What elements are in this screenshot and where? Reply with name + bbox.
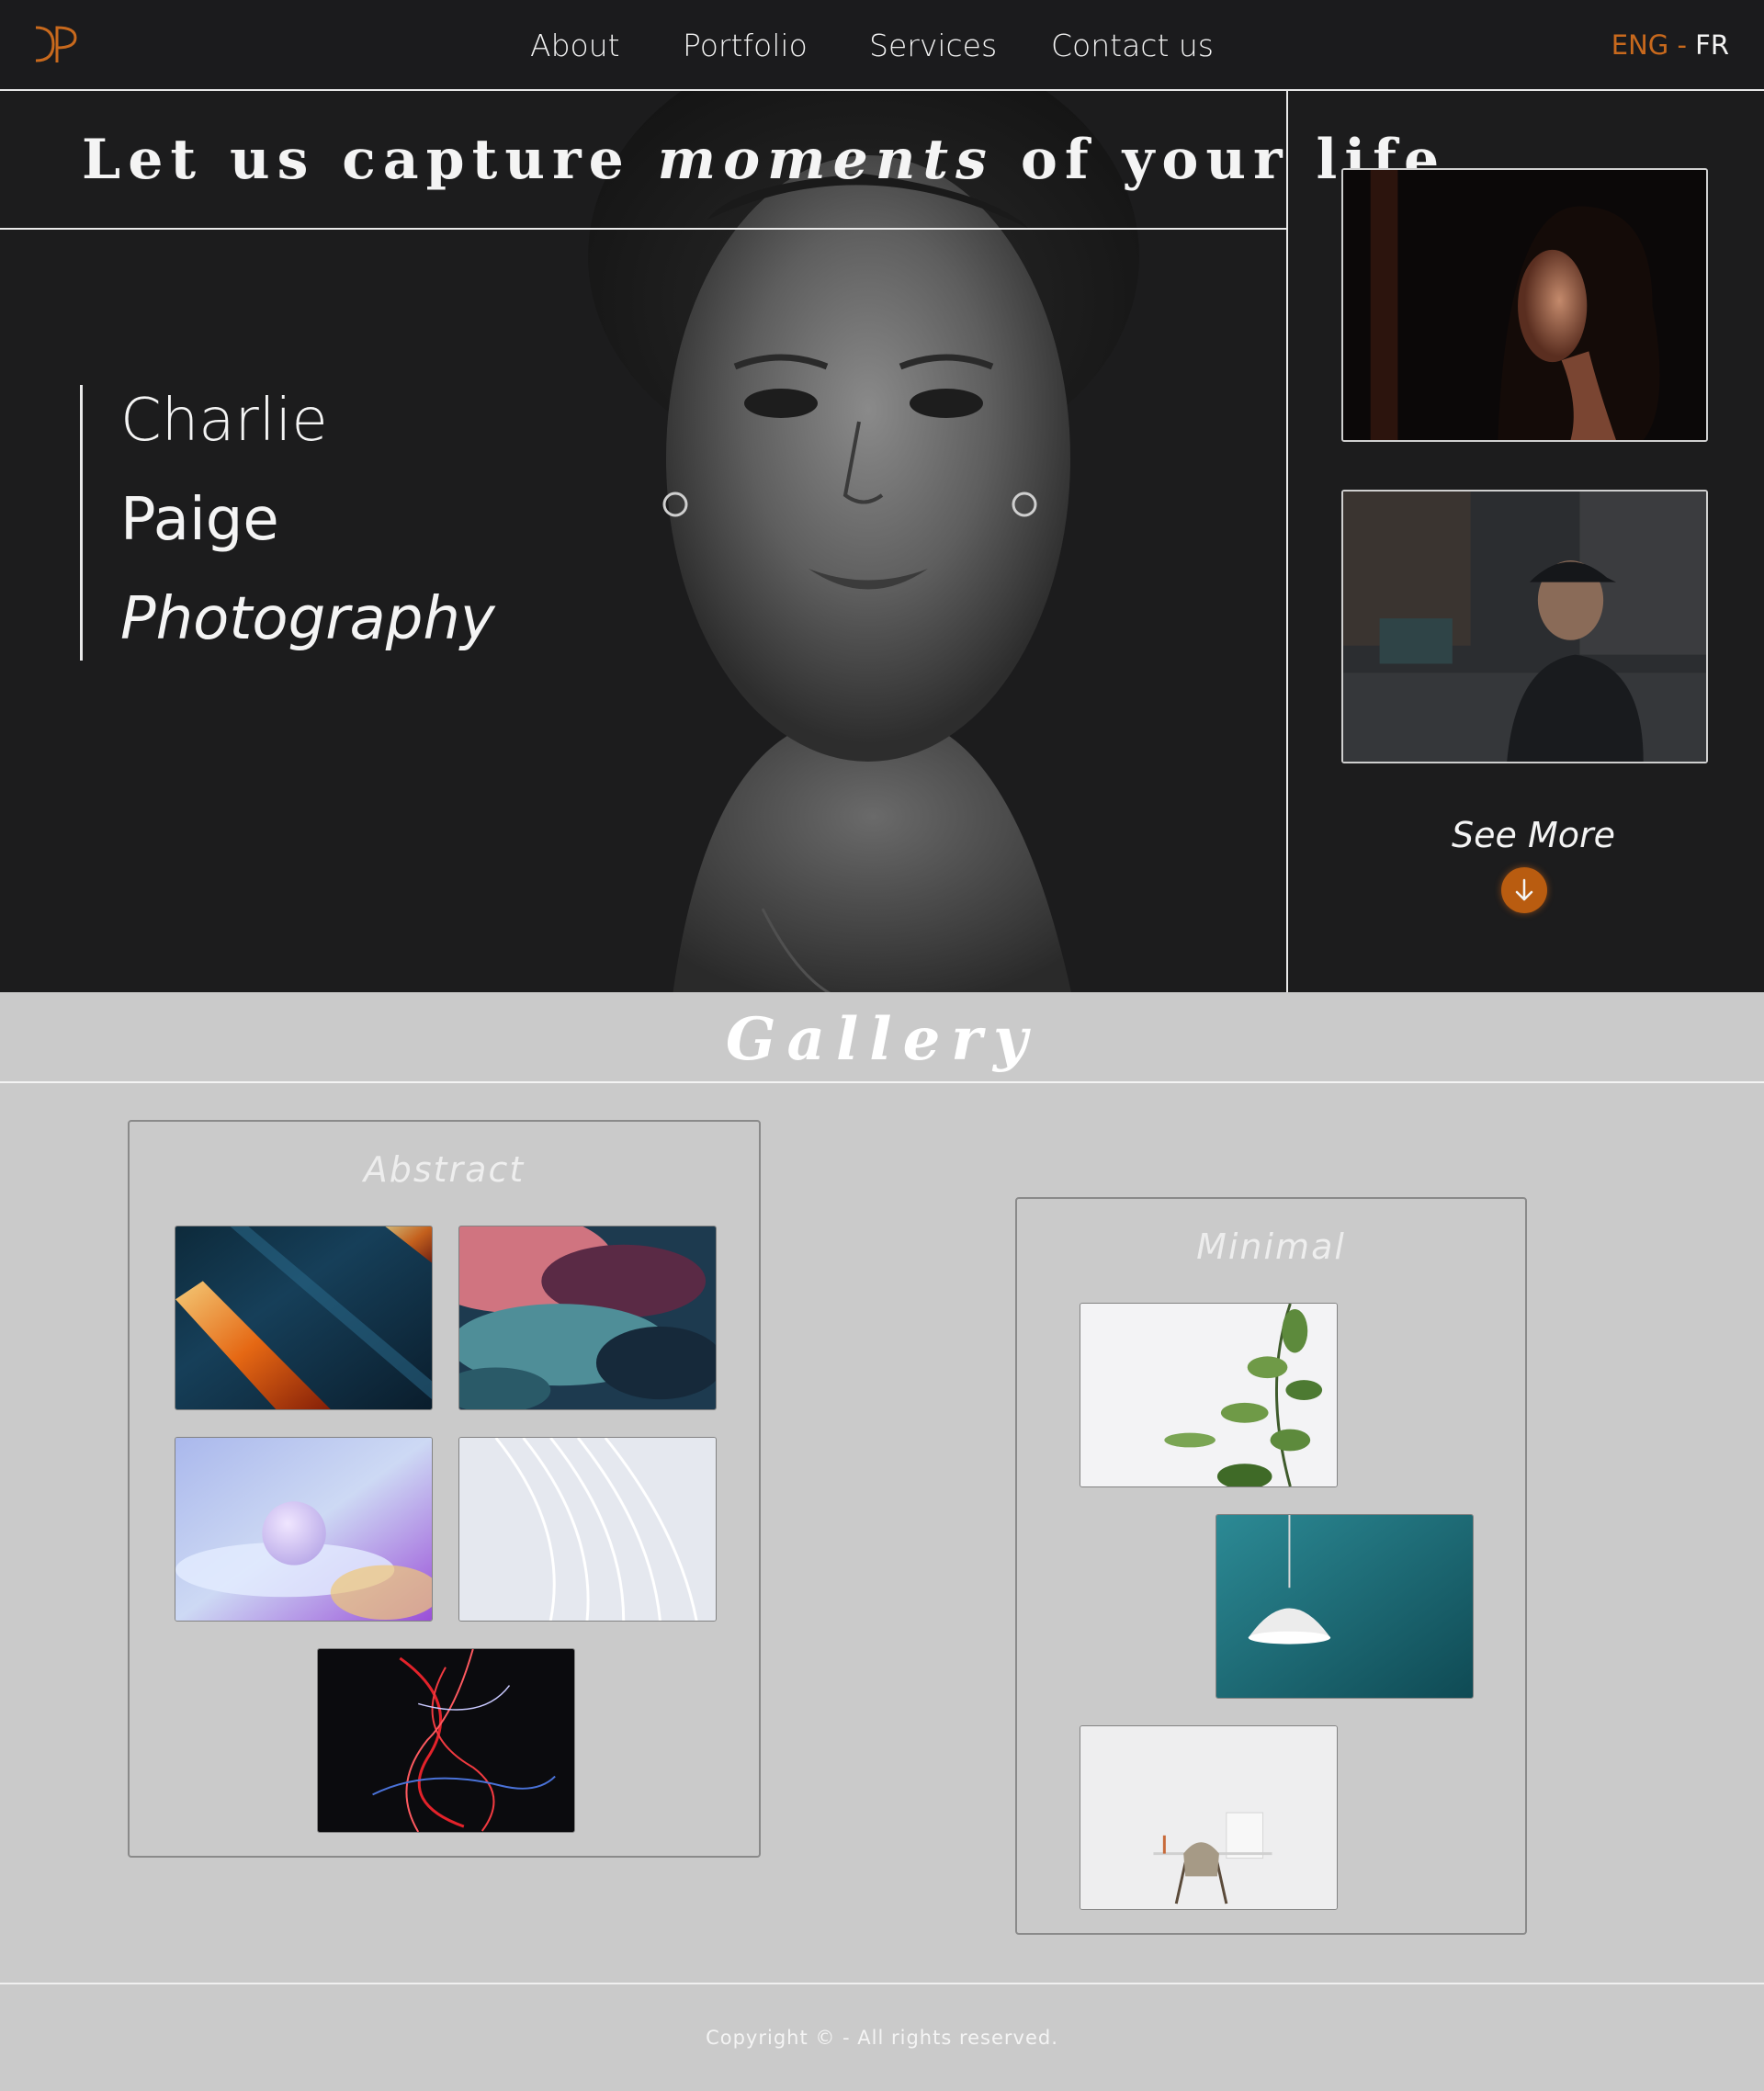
top-navbar: About Portfolio Services Contact us ENG … [0, 0, 1764, 91]
see-more-link[interactable]: See More [1452, 815, 1615, 855]
footer-divider [0, 1983, 1764, 1984]
brand-subtitle: Photography [120, 585, 495, 653]
name-accent-bar [80, 385, 83, 661]
minimal-photo-plant[interactable] [1080, 1303, 1338, 1487]
minimal-category-panel[interactable]: Minimal [1015, 1197, 1527, 1935]
abstract-category-panel[interactable]: Abstract [128, 1120, 761, 1858]
language-switcher: ENG - FR [1611, 29, 1729, 61]
hero-section: Let us capture moments of your life Char… [0, 91, 1764, 992]
abstract-photo-white-waves[interactable] [458, 1437, 717, 1622]
abstract-category-title: Abstract [130, 1149, 759, 1190]
abstract-photo-red-light-trails[interactable] [317, 1648, 575, 1833]
lang-separator: - [1677, 29, 1687, 61]
gallery-header: Gallery [0, 992, 1764, 1083]
footer-copyright: Copyright © - All rights reserved. [706, 2027, 1058, 2049]
brand-last-name: Paige [120, 486, 279, 554]
hero-tagline: Let us capture moments of your life [82, 128, 1447, 192]
tagline-banner: Let us capture moments of your life [0, 91, 1439, 230]
minimal-photo-desk-chair[interactable] [1080, 1725, 1338, 1910]
nav-services-link[interactable]: Services [869, 28, 997, 63]
abstract-photo-light-streaks[interactable] [175, 1226, 433, 1410]
nav-contact-link[interactable]: Contact us [1051, 28, 1214, 63]
nav-about-link[interactable]: About [530, 28, 620, 63]
featured-photo-man[interactable] [1341, 490, 1708, 763]
featured-photo-woman[interactable] [1341, 168, 1708, 442]
hero-vertical-divider [1286, 91, 1288, 992]
minimal-category-title: Minimal [1017, 1226, 1525, 1267]
lang-fr-option[interactable]: FR [1695, 29, 1729, 61]
abstract-photo-ink-clouds[interactable] [458, 1226, 717, 1410]
gallery-title: Gallery [725, 1005, 1039, 1074]
main-nav: About Portfolio Services Contact us [0, 0, 1764, 91]
brand-first-name: Charlie [120, 387, 328, 455]
lang-eng-option[interactable]: ENG [1611, 29, 1669, 61]
nav-portfolio-link[interactable]: Portfolio [683, 28, 808, 63]
abstract-photo-pastel-sphere[interactable] [175, 1437, 433, 1622]
arrow-down-icon[interactable] [1501, 867, 1547, 913]
minimal-photo-pendant-lamp[interactable] [1216, 1514, 1474, 1699]
